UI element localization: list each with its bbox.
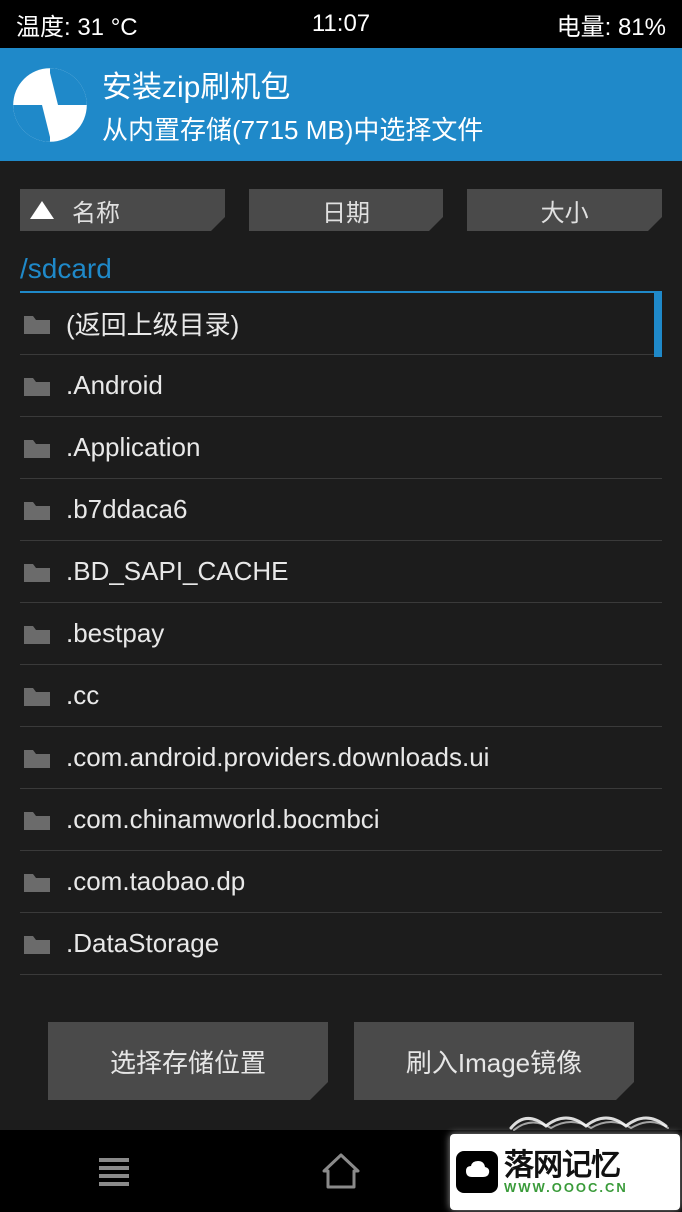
header-title: 安装zip刷机包 [102,62,483,106]
file-label: .com.android.providers.downloads.ui [66,742,489,773]
sort-by-date-button[interactable]: 日期 [249,189,444,231]
folder-icon [22,808,52,832]
file-label: .b7ddaca6 [66,494,187,525]
sort-by-name-button[interactable]: 名称 [20,189,225,231]
file-label: .bestpay [66,618,164,649]
status-temp: 温度: 31 °C [16,7,138,42]
app-header: 安装zip刷机包 从内置存储(7715 MB)中选择文件 [0,48,682,161]
folder-icon [22,870,52,894]
select-storage-button[interactable]: 选择存储位置 [48,1022,328,1100]
file-label: .cc [66,680,99,711]
list-item[interactable]: .cc [20,665,662,727]
sort-by-size-button[interactable]: 大小 [467,189,662,231]
sort-size-label: 大小 [541,193,589,228]
flash-image-label: 刷入Image镜像 [406,1043,582,1080]
select-storage-label: 选择存储位置 [110,1043,266,1080]
folder-icon [22,312,52,336]
nav-menu-button[interactable] [0,1130,227,1212]
folder-icon [22,932,52,956]
folder-icon [22,498,52,522]
list-item[interactable]: .BD_SAPI_CACHE [20,541,662,603]
file-label: .Android [66,370,163,401]
sort-row: 名称 日期 大小 [0,161,682,241]
file-label: .com.chinamworld.bocmbci [66,804,380,835]
home-icon [322,1153,360,1189]
list-item[interactable]: .b7ddaca6 [20,479,662,541]
watermark-scribble-icon [506,1108,676,1134]
watermark-badge: 落网记忆 WWW.OOOC.CN [450,1134,680,1210]
folder-icon [22,436,52,460]
list-item[interactable]: .com.chinamworld.bocmbci [20,789,662,851]
file-label: .com.taobao.dp [66,866,245,897]
list-item[interactable]: .com.taobao.dp [20,851,662,913]
sort-ascending-icon [30,201,54,219]
folder-icon [22,622,52,646]
folder-icon [22,746,52,770]
list-item[interactable]: .Android [20,355,662,417]
scrollbar-thumb[interactable] [654,293,662,357]
list-item[interactable]: (返回上级目录) [20,293,662,355]
current-path: /sdcard [0,241,682,291]
folder-icon [22,560,52,584]
status-time: 11:07 [312,10,370,38]
watermark-title: 落网记忆 [504,1151,628,1181]
folder-icon [22,684,52,708]
status-battery: 电量: 81% [557,7,666,42]
file-label: (返回上级目录) [66,305,239,342]
watermark-logo-icon [456,1151,498,1193]
file-label: .Application [66,432,200,463]
watermark-url: WWW.OOOC.CN [504,1181,628,1194]
list-item[interactable]: .Application [20,417,662,479]
list-item[interactable]: .bestpay [20,603,662,665]
menu-icon [97,1156,131,1186]
header-subtitle: 从内置存储(7715 MB)中选择文件 [102,110,483,147]
flash-image-button[interactable]: 刷入Image镜像 [354,1022,634,1100]
file-label: .BD_SAPI_CACHE [66,556,289,587]
file-label: .DataStorage [66,928,219,959]
nav-home-button[interactable] [227,1130,454,1212]
list-item[interactable]: .com.android.providers.downloads.ui [20,727,662,789]
sort-date-label: 日期 [322,193,370,228]
file-list[interactable]: (返回上级目录) .Android .Application .b7ddaca6 .BD… [20,293,662,994]
twrp-logo-icon [10,65,90,145]
sort-name-label: 名称 [72,193,120,228]
list-item[interactable]: .DataStorage [20,913,662,975]
folder-icon [22,374,52,398]
status-bar: 温度: 31 °C 11:07 电量: 81% [0,0,682,48]
